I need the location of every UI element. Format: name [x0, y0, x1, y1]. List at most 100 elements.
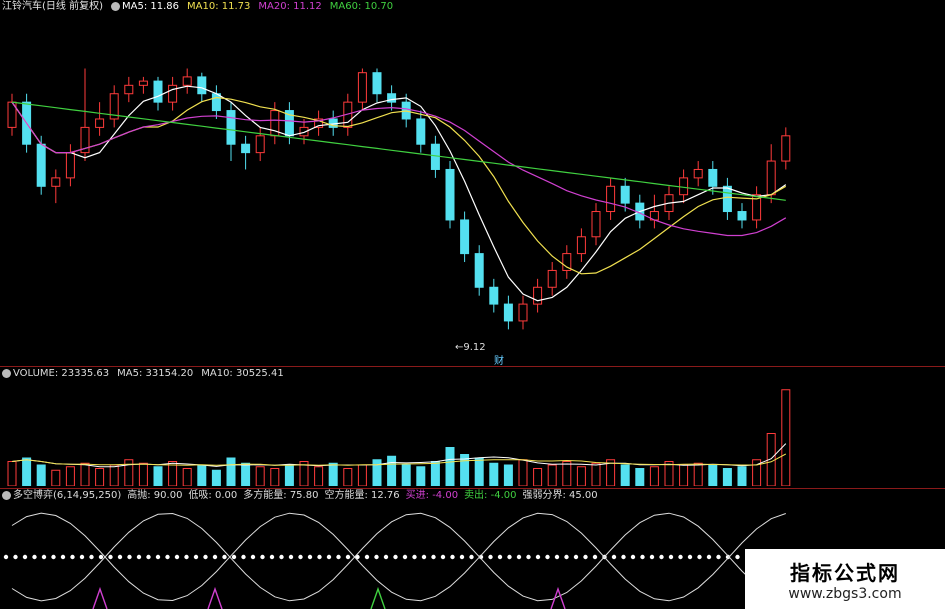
divide-dot: [174, 554, 180, 560]
ma60-line: [11, 101, 786, 201]
divide-dot: [250, 554, 256, 560]
divide-dot: [592, 554, 598, 560]
volume-bar: [109, 464, 119, 486]
divide-dot: [32, 554, 37, 560]
volume-dot-icon: [2, 368, 11, 378]
indicator-bear: 空方能量: 12.76: [324, 490, 400, 501]
candle-body: [781, 135, 791, 162]
volume-bar: [241, 462, 251, 486]
volume-chart: [7, 389, 791, 486]
divide-dot: [317, 554, 322, 560]
candle-body: [430, 143, 440, 170]
candle-body: [255, 135, 265, 154]
divide-dot: [526, 554, 531, 560]
volume-bar: [343, 468, 353, 486]
divide-dot: [155, 554, 161, 560]
divide-dot: [307, 554, 313, 560]
candle-body: [576, 236, 586, 255]
candle-body: [153, 80, 163, 103]
watermark-url: www.zbgs3.com: [788, 585, 902, 602]
volume-bar: [95, 468, 105, 486]
volume-bar: [533, 468, 543, 486]
divide-dot: [545, 554, 550, 560]
volume-ma10: MA10: 30525.41: [201, 368, 284, 379]
divide-dot: [231, 554, 237, 560]
indicator-divide: 强弱分界: 45.00: [522, 490, 598, 501]
candle-body: [547, 269, 557, 288]
divide-dot: [345, 554, 351, 560]
divide-dot: [497, 554, 503, 560]
indicator-panel-header: 多空博弈(6,14,95,250) 高抛: 90.00 低吸: 0.00 多方能…: [0, 489, 598, 503]
candle-body: [606, 185, 616, 213]
signal-triangle: [370, 586, 386, 609]
volume-bar: [737, 466, 747, 486]
ma10-readout: MA10: 11.73: [187, 1, 251, 12]
divide-dot: [98, 554, 104, 560]
divide-dot: [136, 554, 142, 560]
volume-bar: [197, 464, 207, 486]
divide-dot: [51, 554, 56, 560]
volume-bar: [679, 464, 689, 486]
volume-bar: [387, 455, 397, 486]
divide-dot: [659, 554, 664, 560]
volume-ma5: MA5: 33154.20: [117, 368, 194, 379]
divide-dot: [326, 554, 332, 560]
divide-dot: [450, 554, 455, 560]
volume-bar: [445, 447, 455, 486]
candle-body: [766, 160, 776, 196]
divide-dot: [222, 554, 227, 560]
volume-bar: [270, 468, 280, 486]
volume-bar: [649, 466, 659, 486]
divide-dot: [393, 554, 398, 560]
volume-bar: [489, 462, 499, 486]
divide-dot: [564, 554, 569, 560]
candle-body: [95, 118, 105, 128]
divide-dot: [554, 554, 560, 560]
candle-body: [211, 93, 221, 112]
divide-dot: [716, 554, 721, 560]
watermark-box: 指标公式网 www.zbgs3.com: [745, 549, 945, 609]
volume-bar: [416, 466, 426, 486]
divide-dot: [374, 554, 379, 560]
volume-bar: [22, 457, 32, 486]
divide-dot: [611, 554, 617, 560]
volume-panel: VOLUME: 23335.63 MA5: 33154.20 MA10: 305…: [0, 367, 945, 488]
divide-dot: [127, 554, 132, 560]
divide-dot: [459, 554, 465, 560]
divide-dot: [735, 554, 740, 560]
volume-bar: [781, 389, 791, 486]
indicator-bull: 多方能量: 75.80: [243, 490, 319, 501]
stock-title: 江铃汽车(日线 前复权): [2, 1, 103, 12]
divide-dot: [383, 554, 389, 560]
divide-dot: [440, 554, 446, 560]
indicator-sell: 卖出: -4.00: [464, 490, 517, 501]
volume-bar: [7, 461, 17, 486]
divide-dot: [516, 554, 522, 560]
candle-body: [708, 168, 718, 187]
ma5-line: [11, 85, 787, 302]
divide-dot: [668, 554, 674, 560]
candle-body: [124, 84, 134, 95]
candle-body: [693, 168, 703, 179]
divide-dot: [621, 554, 626, 560]
ma5-readout: MA5: 11.86: [110, 0, 179, 14]
candle-body: [138, 80, 148, 86]
divide-dot: [269, 554, 275, 560]
divide-dot: [241, 554, 246, 560]
divide-dot: [535, 554, 541, 560]
candle-body: [51, 177, 61, 187]
divide-dot: [22, 554, 28, 560]
signal-triangle: [92, 586, 108, 609]
divide-dot: [41, 554, 47, 560]
candle-body: [518, 303, 528, 322]
divide-dot: [583, 554, 588, 560]
volume-bar: [547, 464, 557, 486]
volume-bar: [284, 464, 294, 486]
divide-dot: [640, 554, 645, 560]
divide-dot: [184, 554, 189, 560]
divide-dot: [488, 554, 493, 560]
volume-bar: [255, 466, 265, 486]
divide-dot: [687, 554, 693, 560]
volume-bar: [693, 462, 703, 486]
divide-dot: [279, 554, 284, 560]
